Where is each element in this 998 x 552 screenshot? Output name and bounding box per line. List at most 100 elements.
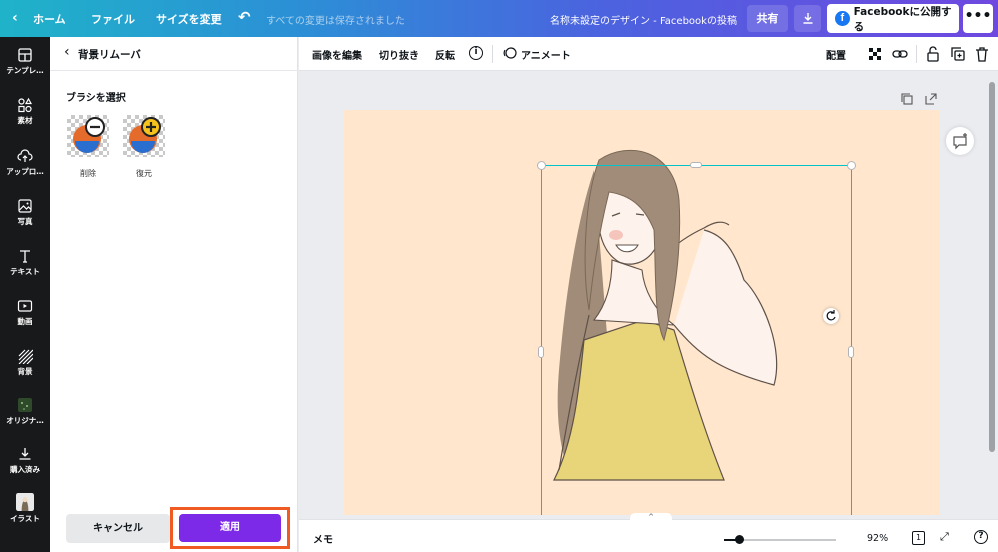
position-button[interactable]: 配置 xyxy=(826,47,846,62)
left-rail: テンプレ… 素材 アップロ… 写真 テキスト 動画 背景 オリジナ… 購入済み … xyxy=(0,37,50,552)
animate-button[interactable]: アニメート xyxy=(521,47,571,62)
rail-label: 背景 xyxy=(17,367,33,376)
resize-menu[interactable]: サイズを変更 xyxy=(156,11,222,27)
image-toolbar: 画像を編集 切り抜き 反転 i アニメート 配置 xyxy=(299,37,998,71)
download-button[interactable] xyxy=(794,5,821,32)
page-count-icon[interactable]: 1 xyxy=(912,531,925,545)
vertical-scrollbar[interactable] xyxy=(986,72,998,519)
background-icon xyxy=(18,349,33,364)
animate-icon[interactable] xyxy=(503,46,517,60)
publish-facebook-button[interactable]: f Facebookに公開する xyxy=(827,4,959,33)
home-button[interactable]: ホーム xyxy=(33,11,66,27)
design-title[interactable]: 名称未設定のデザイン - Facebookの投稿 xyxy=(550,12,737,27)
original-icon xyxy=(18,398,32,412)
upload-icon xyxy=(17,149,33,162)
rail-item-uploads[interactable]: アップロ… xyxy=(0,148,50,177)
resize-handle-n[interactable] xyxy=(690,162,702,168)
brush-erase-label: 削除 xyxy=(80,169,96,178)
rail-label: オリジナ… xyxy=(6,416,44,425)
collapse-tab[interactable]: ^ xyxy=(630,513,672,523)
design-page[interactable] xyxy=(344,110,940,515)
cancel-button[interactable]: キャンセル xyxy=(66,514,170,543)
rail-item-illustration[interactable]: イラスト xyxy=(0,493,50,524)
transparency-icon[interactable] xyxy=(866,45,884,63)
chevron-up-icon: ^ xyxy=(648,513,654,521)
rail-label: アップロ… xyxy=(6,167,44,176)
brush-restore-label: 復元 xyxy=(136,169,152,178)
selection-box[interactable] xyxy=(541,165,852,515)
zoom-slider-knob[interactable] xyxy=(735,535,744,544)
panel-back-icon[interactable]: ‹ xyxy=(64,44,70,60)
bg-remover-panel: ‹ 背景リムーバ ブラシを選択 削除 復元 キャンセル 適用 xyxy=(50,37,298,552)
rail-item-elements[interactable]: 素材 xyxy=(0,97,50,126)
share-button[interactable]: 共有 xyxy=(747,5,788,32)
rail-label: テンプレ… xyxy=(6,66,44,75)
rotate-icon xyxy=(826,310,836,321)
rail-item-templates[interactable]: テンプレ… xyxy=(0,47,50,76)
add-comment-button[interactable] xyxy=(946,127,974,155)
rail-label: 購入済み xyxy=(10,465,40,474)
rail-item-original[interactable]: オリジナ… xyxy=(0,397,50,426)
brush-erase-option[interactable] xyxy=(67,115,109,157)
rail-item-video[interactable]: 動画 xyxy=(0,298,50,327)
apply-highlight-box: 適用 xyxy=(170,507,290,549)
panel-title: 背景リムーバ xyxy=(78,49,141,61)
add-page-icon[interactable] xyxy=(924,92,938,106)
edit-image-button[interactable]: 画像を編集 xyxy=(312,47,362,62)
rotate-handle[interactable] xyxy=(823,308,839,324)
lock-icon[interactable] xyxy=(924,45,942,63)
copy-page-icon[interactable] xyxy=(900,92,914,106)
restore-brush-icon xyxy=(129,117,161,153)
bottom-bar: ^ メモ 92% 1 ⤢ ? xyxy=(299,513,998,552)
back-chevron-icon[interactable]: ‹ xyxy=(12,10,18,26)
scroll-thumb[interactable] xyxy=(989,82,995,452)
rail-item-purchased[interactable]: 購入済み xyxy=(0,446,50,475)
publish-label: Facebookに公開する xyxy=(853,5,952,33)
fullscreen-icon[interactable]: ⤢ xyxy=(940,530,949,544)
photo-icon xyxy=(18,199,32,213)
help-icon[interactable]: ? xyxy=(974,530,988,544)
undo-icon[interactable]: ↶ xyxy=(238,8,251,26)
zoom-slider[interactable] xyxy=(724,535,836,544)
info-icon[interactable]: i xyxy=(469,46,483,60)
duplicate-icon[interactable] xyxy=(949,45,967,63)
file-menu[interactable]: ファイル xyxy=(91,11,135,27)
canvas-area xyxy=(299,72,986,519)
resize-handle-e[interactable] xyxy=(848,346,854,358)
facebook-icon: f xyxy=(835,11,850,26)
rail-item-background[interactable]: 背景 xyxy=(0,348,50,377)
apply-button[interactable]: 適用 xyxy=(179,514,281,542)
template-icon xyxy=(18,48,32,62)
brush-heading: ブラシを選択 xyxy=(66,93,126,104)
rail-label: テキスト xyxy=(10,267,40,276)
crop-button[interactable]: 切り抜き xyxy=(379,47,419,62)
comment-icon xyxy=(953,133,967,150)
rail-item-photos[interactable]: 写真 xyxy=(0,198,50,227)
rail-label: イラスト xyxy=(10,514,40,523)
top-bar: ‹ ホーム ファイル サイズを変更 ↶ すべての変更は保存されました 名称未設定… xyxy=(0,0,998,37)
zoom-percent[interactable]: 92% xyxy=(867,533,888,544)
rail-label: 素材 xyxy=(17,116,33,125)
illustration-icon xyxy=(16,493,34,511)
panel-header: ‹ 背景リムーバ xyxy=(50,37,298,71)
elements-icon xyxy=(18,97,33,113)
save-status: すべての変更は保存されました xyxy=(266,16,405,27)
notes-button[interactable]: メモ xyxy=(313,531,333,546)
more-button[interactable]: ••• xyxy=(963,4,993,33)
flip-button[interactable]: 反転 xyxy=(435,47,455,62)
purchased-icon xyxy=(19,448,31,460)
rail-item-text[interactable]: テキスト xyxy=(0,248,50,277)
brush-restore-option[interactable] xyxy=(123,115,165,157)
download-icon xyxy=(803,13,812,24)
rail-label: 写真 xyxy=(17,217,33,226)
resize-handle-ne[interactable] xyxy=(847,161,856,170)
erase-brush-icon xyxy=(73,117,105,153)
trash-icon[interactable] xyxy=(973,45,991,63)
resize-handle-w[interactable] xyxy=(538,346,544,358)
video-icon xyxy=(17,300,33,312)
resize-handle-nw[interactable] xyxy=(537,161,546,170)
rail-label: 動画 xyxy=(17,317,33,326)
toolbar-divider xyxy=(916,45,917,63)
toolbar-divider xyxy=(492,45,493,63)
link-icon[interactable] xyxy=(891,45,909,63)
